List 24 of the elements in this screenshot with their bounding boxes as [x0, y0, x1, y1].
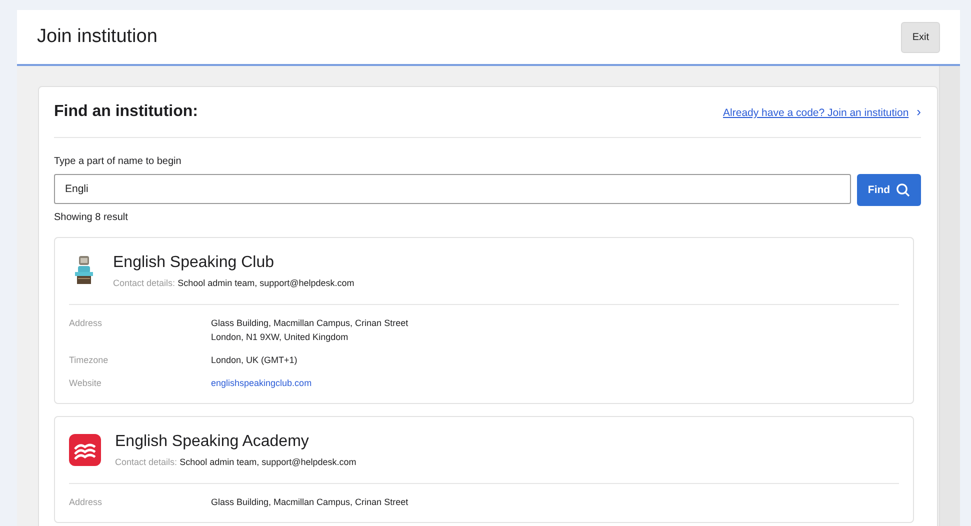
detail-label: Timezone [69, 354, 110, 367]
search-label: Type a part of name to begin [54, 156, 182, 167]
detail-label: Address [69, 496, 104, 509]
search-icon [896, 183, 910, 197]
detail-value: Glass Building, Macmillan Campus, Crinan Street London, N1 9XW, United Kingdom [211, 317, 410, 344]
contact-details: Contact details: School admin team, support@helpdesk.com [113, 278, 354, 288]
find-button[interactable]: Find [857, 174, 921, 206]
website-link[interactable]: englishspeakingclub.com [211, 376, 899, 390]
contact-details: Contact details: School admin team, support@helpdesk.com [115, 457, 356, 467]
institution-name: English Speaking Academy [115, 433, 310, 451]
exit-button[interactable]: Exit [901, 22, 940, 52]
detail-value: Glass Building, Macmillan Campus, Crinan Street [211, 496, 410, 509]
window-title: Join institution [37, 26, 158, 48]
detail-label: Address [69, 317, 104, 330]
logo-icon [69, 434, 101, 466]
scrollbar[interactable] [939, 66, 960, 526]
section-title: Find an institution: [54, 103, 198, 121]
detail-label: Website [69, 377, 102, 390]
search-field[interactable]: Engli [54, 174, 851, 204]
chevron-icon: › [916, 104, 921, 119]
join-code-link[interactable]: Already have a code? Join an institution [723, 107, 909, 119]
detail-value: London, UK (GMT+1) [211, 354, 298, 367]
result-count: Showing 8 result [54, 212, 129, 223]
institution-name: English Speaking Club [113, 254, 275, 272]
